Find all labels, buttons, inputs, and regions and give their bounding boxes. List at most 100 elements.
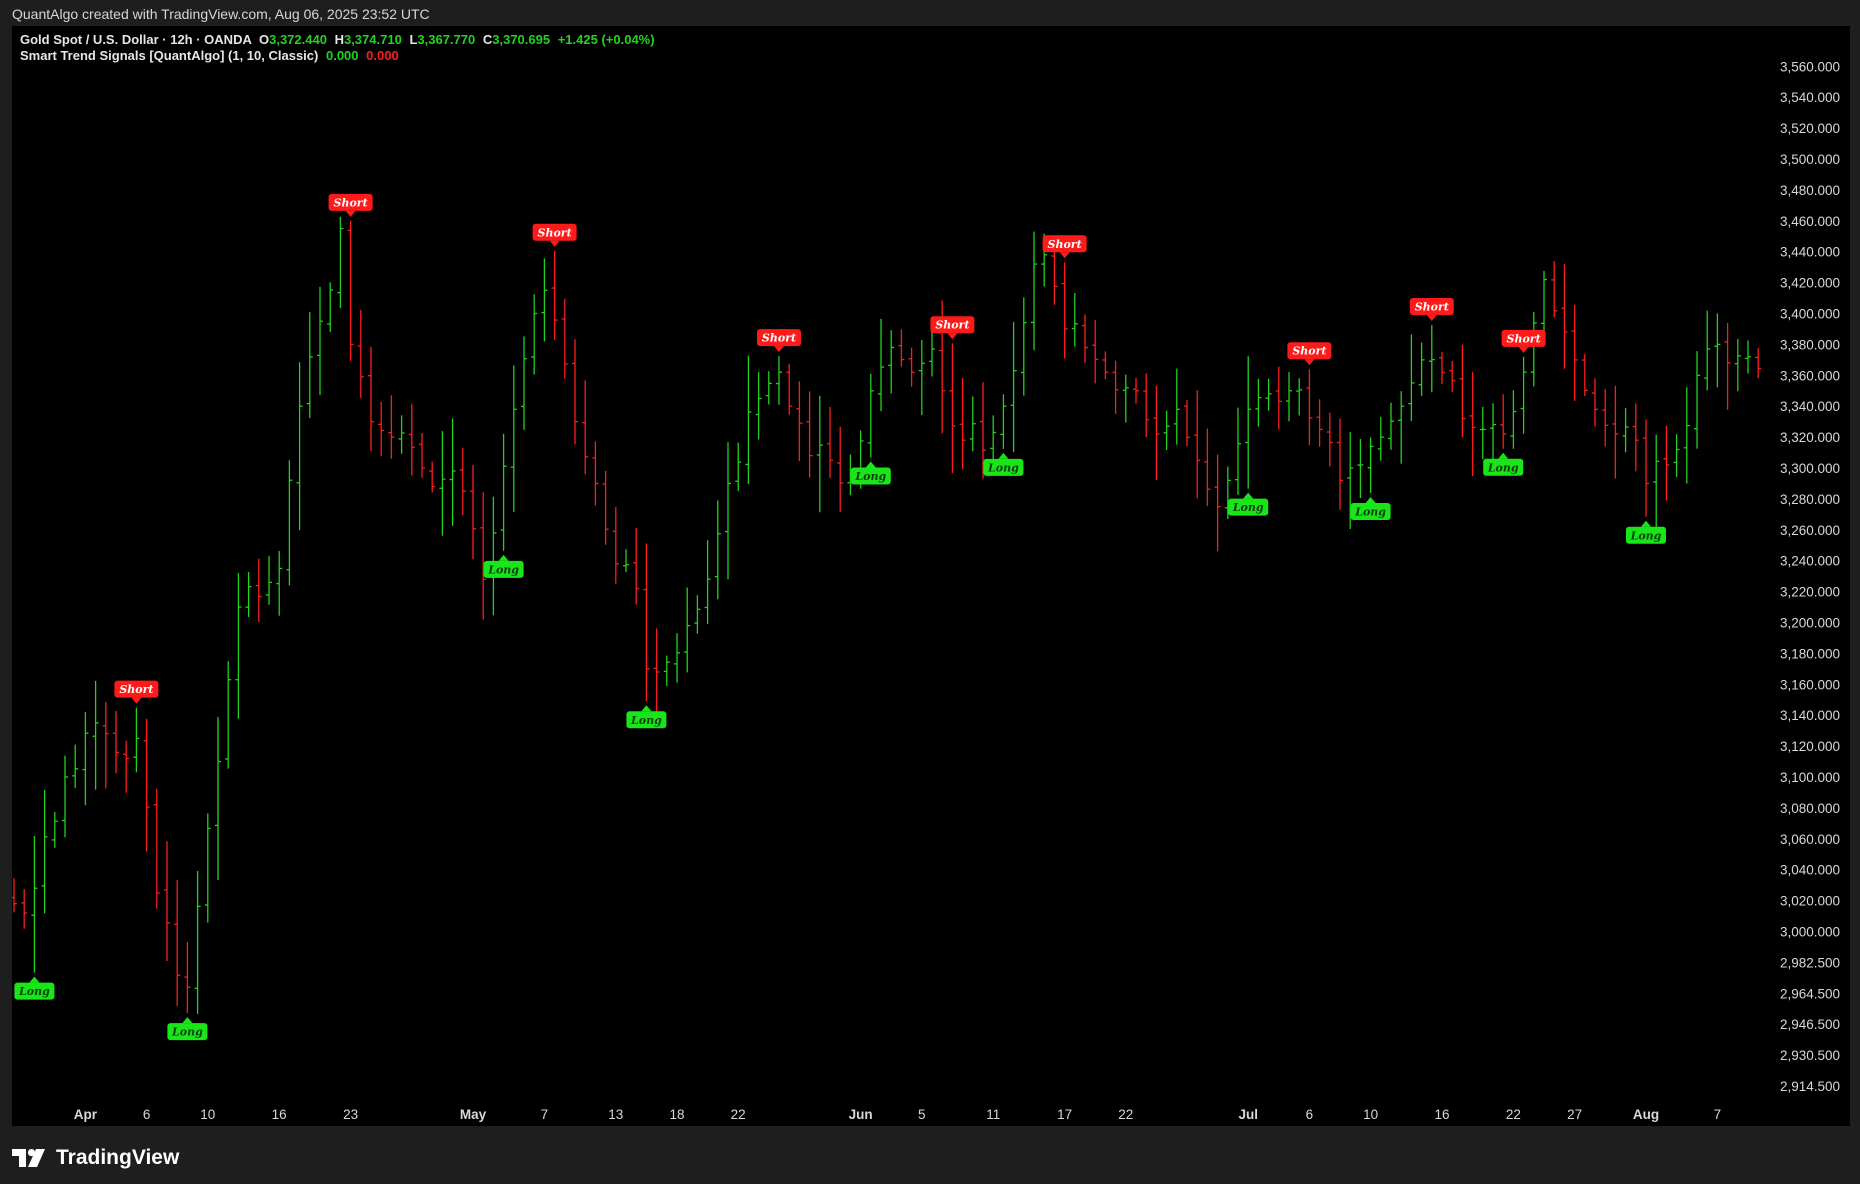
time-tick-label: 5 <box>918 1107 926 1122</box>
short-signal-badge[interactable]: Short <box>1501 329 1546 353</box>
short-signal-badge[interactable]: Short <box>328 193 373 217</box>
ohlc-bar <box>521 336 527 431</box>
price-tick-label: 3,420.000 <box>1780 276 1840 291</box>
ohlc-bar <box>806 391 813 478</box>
long-signal-badge[interactable]: Long <box>483 554 524 578</box>
price-tick-label: 3,000.000 <box>1780 925 1840 940</box>
ohlc-bar <box>41 790 48 914</box>
time-tick-label: 22 <box>1118 1107 1133 1122</box>
indicator-title[interactable]: Smart Trend Signals [QuantAlgo] (1, 10, … <box>20 48 318 63</box>
time-tick-label: 7 <box>1714 1107 1722 1122</box>
ohlc-bar <box>1245 356 1252 489</box>
time-tick-label: May <box>460 1107 487 1122</box>
price-axis[interactable]: 2,914.500 2,930.500 2,946.500 2,964.500 2,98… <box>1780 59 1840 1094</box>
short-signal-badge[interactable]: Short <box>757 329 801 353</box>
long-signal-badge[interactable]: Long <box>167 1017 208 1041</box>
long-signal-badge[interactable]: Long <box>850 461 891 485</box>
chart-panel[interactable]: Gold Spot / U.S. Dollar · 12h · OANDA O3… <box>12 26 1850 1126</box>
signal-label: Short <box>119 683 153 696</box>
ohlc-bar <box>1122 374 1129 423</box>
symbol-title[interactable]: Gold Spot / U.S. Dollar · 12h · OANDA <box>20 32 251 47</box>
signal-label: Short <box>1415 301 1449 314</box>
ohlc-bar <box>480 492 487 620</box>
ohlc-bar <box>1449 360 1456 392</box>
price-tick-label: 3,380.000 <box>1780 337 1840 352</box>
ohlc-bar <box>878 318 884 412</box>
short-signal-badge[interactable]: Short <box>1042 235 1087 259</box>
indicator-legend-row: Smart Trend Signals [QuantAlgo] (1, 10, … <box>20 48 655 64</box>
ohlc-bar <box>368 346 374 452</box>
ohlc-bar <box>82 712 89 806</box>
signal-label: Long <box>487 563 519 576</box>
ohlc-bar <box>1408 334 1415 421</box>
ohlc-bar <box>388 395 395 459</box>
price-tick-label: 3,360.000 <box>1780 368 1840 383</box>
ohlc-bar <box>827 407 833 478</box>
ohlc-bar <box>786 363 793 415</box>
ohlc-bar <box>1490 403 1496 463</box>
ohlc-bar <box>582 380 589 475</box>
time-tick-label: Aug <box>1633 1107 1659 1122</box>
ohlc-bar <box>1418 342 1425 396</box>
price-tick-label: 3,100.000 <box>1780 770 1840 785</box>
ohlc-bar <box>255 558 262 622</box>
time-tick-label: Jul <box>1238 1107 1258 1122</box>
short-signal-badge[interactable]: Short <box>930 316 975 340</box>
ohlc-bar <box>1163 410 1170 451</box>
short-signal-badge[interactable]: Short <box>532 223 577 247</box>
time-tick-label: 23 <box>343 1107 358 1122</box>
ohlc-bar <box>867 373 874 458</box>
short-signal-badge[interactable]: Short <box>1287 342 1332 366</box>
ohlc-bar <box>1214 454 1221 552</box>
price-tick-label: 3,260.000 <box>1780 523 1840 538</box>
ohlc-bar <box>1704 310 1711 391</box>
ohlc-bar <box>1683 387 1690 484</box>
ohlc-bar <box>62 755 68 838</box>
long-signal-badge[interactable]: Long <box>626 705 667 729</box>
time-axis[interactable]: Apr 6 10 16 23 May 7 13 18 22 Jun 5 11 17 22 Jul 6 10 16 22… <box>74 1107 1721 1122</box>
ohlc-bar <box>327 282 334 333</box>
ohlc-bar <box>1673 434 1680 477</box>
ohlc-bar <box>286 460 293 586</box>
signal-label: Short <box>1507 332 1541 345</box>
ohlc-bar <box>1622 407 1629 453</box>
signal-label: Short <box>538 226 572 239</box>
short-signal-badge[interactable]: Short <box>1409 298 1454 322</box>
ohlc-bar <box>633 527 640 605</box>
price-tick-label: 3,460.000 <box>1780 214 1840 229</box>
ohlc-bar <box>1734 339 1741 392</box>
long-signal-badge[interactable]: Long <box>983 452 1024 476</box>
ohlc-bar <box>796 381 803 462</box>
ohlc-bar <box>245 571 252 618</box>
long-signal-badge[interactable]: Long <box>1350 497 1391 521</box>
ohlc-bar <box>531 294 538 375</box>
price-tick-label: 3,220.000 <box>1780 585 1840 600</box>
tradingview-logo[interactable]: TradingView <box>12 1146 179 1170</box>
long-signal-badge[interactable]: Long <box>1626 520 1666 544</box>
long-signal-badge[interactable]: Long <box>14 976 55 1000</box>
ohlc-bar <box>500 433 507 551</box>
price-tick-label: 3,060.000 <box>1780 832 1840 847</box>
signal-label: Long <box>1487 461 1519 474</box>
ohlc-bar <box>888 330 895 394</box>
ohlc-bar <box>449 418 456 526</box>
ohlc-bar <box>1020 297 1027 396</box>
time-tick-label: 10 <box>1363 1107 1378 1122</box>
ohlc-bar <box>12 878 17 913</box>
ohlc-bar <box>113 711 119 774</box>
ohlc-bar <box>1316 399 1323 447</box>
price-chart[interactable]: Long Short Long Short Long Short Long Short Long… <box>12 26 1850 1126</box>
indicator-value-long: 0.000 <box>325 48 359 63</box>
time-tick-label: 16 <box>1434 1107 1449 1122</box>
long-signal-badge[interactable]: Long <box>1483 452 1524 476</box>
price-tick-label: 3,320.000 <box>1780 430 1840 445</box>
ohlc-bar <box>1194 390 1201 499</box>
ohlc-bar <box>684 587 691 673</box>
ohlc-bar <box>1286 371 1292 422</box>
price-tick-label: 3,160.000 <box>1780 677 1840 692</box>
short-signal-badge[interactable]: Short <box>114 680 159 704</box>
ohlc-bar <box>439 431 446 536</box>
time-tick-label: Apr <box>74 1107 98 1122</box>
ohlc-bar <box>337 216 344 309</box>
long-signal-badge[interactable]: Long <box>1228 492 1269 516</box>
